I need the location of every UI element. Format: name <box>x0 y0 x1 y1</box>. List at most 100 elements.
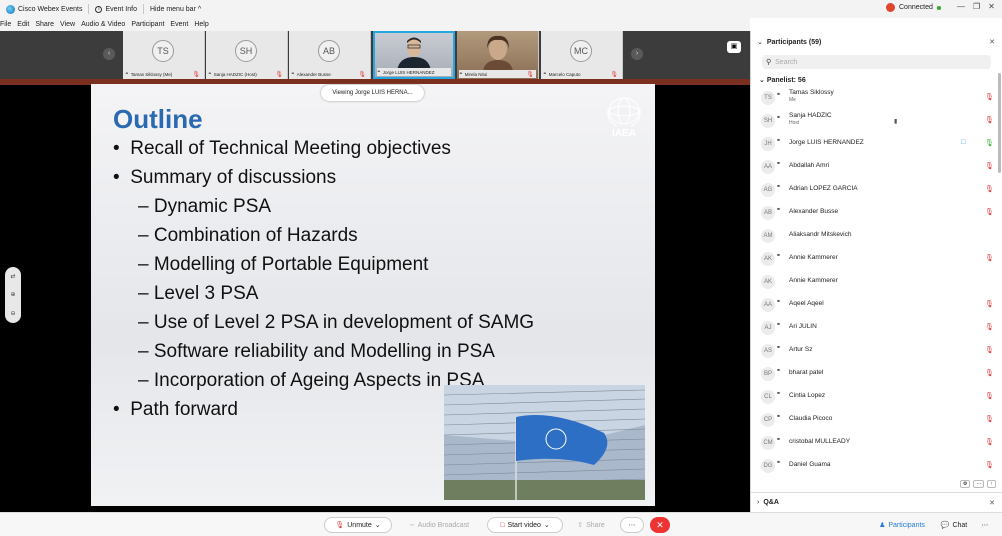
participant-name: Annie Kammerer <box>789 254 838 261</box>
filmstrip-next-button[interactable]: › <box>631 48 643 60</box>
video-tile[interactable]: ⚭ Mirela Nitoi 🎙 <box>457 31 539 79</box>
participants-header[interactable]: ⌄ Participants (59) ✕ <box>751 31 1002 53</box>
menu-audio-video[interactable]: Audio & Video <box>81 21 128 28</box>
video-tile[interactable]: MC ⚭ Marcelo Caputo 🎙 <box>541 31 623 79</box>
panelist-group-header[interactable]: ⌄ Panelist: 56 <box>759 76 806 84</box>
leave-meeting-button[interactable]: ✕ <box>650 517 670 533</box>
start-video-button[interactable]: □ Start video ⌄ <box>487 517 563 533</box>
layout-toggle-icon[interactable]: ▣ <box>727 41 741 53</box>
unmute-button[interactable]: 🎙 Unmute ⌄ <box>324 517 392 533</box>
participant-search-input[interactable]: ⚲ Search <box>762 55 991 69</box>
filmstrip-prev-button[interactable]: ‹ <box>103 48 115 60</box>
participant-row[interactable]: AK Annie Kammerer <box>751 271 1002 294</box>
participant-name: bharat patel <box>789 369 824 376</box>
participant-row[interactable]: JH ⚭ Jorge LUIS HERNANDEZ □ 🎙 <box>751 133 1002 156</box>
video-on-icon[interactable]: □ <box>961 139 965 146</box>
chat-button[interactable]: 💬 Chat <box>936 517 972 533</box>
participant-row[interactable]: SH ⚭ Sanja HADZIC Host ▮ 🎙 <box>751 110 1002 133</box>
muted-mic-icon[interactable]: 🎙 <box>985 254 994 262</box>
muted-mic-icon[interactable]: 🎙 <box>985 415 994 423</box>
zoom-out-icon[interactable]: ⊖ <box>10 310 15 317</box>
chat-label: Chat <box>952 521 968 529</box>
participant-row[interactable]: DG ⚭ Daniel Guama 🎙 <box>751 455 1002 478</box>
close-icon[interactable]: ✕ <box>988 2 995 11</box>
title-bar: Cisco Webex Events i Event Info Hide men… <box>0 0 1002 18</box>
share-button[interactable]: ⇧ Share <box>569 517 613 533</box>
expand-icon[interactable]: ↑ <box>987 480 996 488</box>
muted-mic-icon[interactable]: 🎙 <box>985 369 994 377</box>
participant-row[interactable]: AJ ⚭ Ari JULIN 🎙 <box>751 317 1002 340</box>
iaea-logo-text: IAEA <box>612 128 636 139</box>
more-icon: ⋯ <box>628 522 636 529</box>
muted-mic-icon[interactable]: 🎙 <box>985 93 994 101</box>
menu-participant[interactable]: Participant <box>131 21 167 28</box>
participant-row[interactable]: AB ⚭ Alexander Busse 🎙 <box>751 202 1002 225</box>
hide-menu-button[interactable]: Hide menu bar ^ <box>144 6 207 13</box>
menu-view[interactable]: View <box>60 21 78 28</box>
menu-event[interactable]: Event <box>170 21 191 28</box>
settings-icon[interactable]: ⚙ <box>960 480 971 488</box>
participant-row[interactable]: AG ⚭ Adrian LOPEZ GARCIA 🎙 <box>751 179 1002 202</box>
close-icon[interactable]: ✕ <box>989 499 995 507</box>
participant-row[interactable]: CM ⚭ cristobal MULLEADY 🎙 <box>751 432 1002 455</box>
qa-section-header[interactable]: › Q&A ✕ <box>751 492 1002 512</box>
participants-button[interactable]: ♟ Participants <box>872 517 932 533</box>
audio-icon: ⚭ <box>377 69 381 74</box>
menu-share[interactable]: Share <box>35 21 57 28</box>
unmute-label: Unmute <box>347 521 372 529</box>
panel-more-button[interactable]: ⋯ <box>976 517 994 533</box>
muted-mic-icon[interactable]: 🎙 <box>985 461 994 469</box>
muted-mic-icon: 🎙 <box>526 72 534 78</box>
menu-edit[interactable]: Edit <box>17 21 32 28</box>
participant-row[interactable]: CL ⚭ Cintia Lopez 🎙 <box>751 386 1002 409</box>
muted-mic-icon[interactable]: 🎙 <box>985 346 994 354</box>
menu-file[interactable]: File <box>0 21 14 28</box>
audio-icon: ⚭ <box>125 71 129 76</box>
muted-mic-icon[interactable]: 🎙 <box>985 185 994 193</box>
avatar: AS <box>761 344 775 358</box>
muted-mic-icon[interactable]: 🎙 <box>985 208 994 216</box>
chevron-down-icon[interactable]: ⌄ <box>751 38 767 46</box>
participant-row[interactable]: BP ⚭ bharat patel 🎙 <box>751 363 1002 386</box>
audio-broadcast-button[interactable]: ∽ Audio Broadcast <box>398 517 480 533</box>
fit-icon[interactable]: ⇄ <box>10 273 15 280</box>
avatar: AJ <box>761 321 775 335</box>
muted-mic-icon[interactable]: 🎙 <box>985 162 994 170</box>
muted-mic-icon[interactable]: 🎙 <box>985 323 994 331</box>
zoom-in-icon[interactable]: ⊕ <box>10 291 15 298</box>
event-info-button[interactable]: i Event Info <box>89 5 143 13</box>
avatar: MC <box>570 40 592 62</box>
chevron-right-icon[interactable]: › <box>751 499 763 506</box>
panelist-count: Panelist: 56 <box>766 77 806 84</box>
more-options-button[interactable]: ⋯ <box>620 517 644 533</box>
participant-row[interactable]: AA ⚭ Aqeel Aqeel 🎙 <box>751 294 1002 317</box>
video-tile[interactable]: AB ⚭ Alexander Busse 🎙 <box>289 31 371 79</box>
participant-row[interactable]: AM Aliaksandr Mitskevich <box>751 225 1002 248</box>
minimize-icon[interactable]: — <box>957 2 965 11</box>
participant-row[interactable]: TS ⚭ Tamas Siklossy Me 🎙 <box>751 87 1002 110</box>
viewing-indicator[interactable]: Viewing Jorge LUIS HERNA... <box>321 85 424 101</box>
muted-mic-icon[interactable]: 🎙 <box>985 438 994 446</box>
menu-help[interactable]: Help <box>194 21 211 28</box>
muted-mic-icon[interactable]: 🎙 <box>985 300 994 308</box>
video-tile-active-speaker[interactable]: ⚭ Jorge LUIS HERNANDEZ <box>373 31 455 79</box>
avatar: AM <box>761 229 775 243</box>
connection-status[interactable]: Connected <box>886 3 941 12</box>
muted-mic-icon[interactable]: 🎙 <box>985 116 994 124</box>
restore-icon[interactable]: ❐ <box>973 2 980 11</box>
start-video-label: Start video <box>507 521 541 529</box>
participant-row[interactable]: AA ⚭ Abdallah Amri 🎙 <box>751 156 1002 179</box>
avatar: BP <box>761 367 775 381</box>
avatar: AB <box>318 40 340 62</box>
mic-on-icon[interactable]: 🎙 <box>985 139 994 147</box>
participant-row[interactable]: AK ⚭ Annie Kammerer 🎙 <box>751 248 1002 271</box>
muted-mic-icon[interactable]: 🎙 <box>985 392 994 400</box>
participant-row[interactable]: AS ⚭ Artur Sz 🎙 <box>751 340 1002 363</box>
audio-icon: ⚭ <box>776 322 782 328</box>
close-icon[interactable]: ✕ <box>989 38 995 46</box>
more-options-icon[interactable]: ⋯ <box>973 480 985 488</box>
video-tile[interactable]: SH ⚭ Sanja HADZIC (Host) 🎙 <box>206 31 288 79</box>
video-tile[interactable]: TS ⚭ Tamas Siklossy (Me) 🎙 <box>123 31 205 79</box>
participant-row[interactable]: CP ⚭ Claudia Picoco 🎙 <box>751 409 1002 432</box>
slide-bullet: • Path forward <box>113 399 238 420</box>
